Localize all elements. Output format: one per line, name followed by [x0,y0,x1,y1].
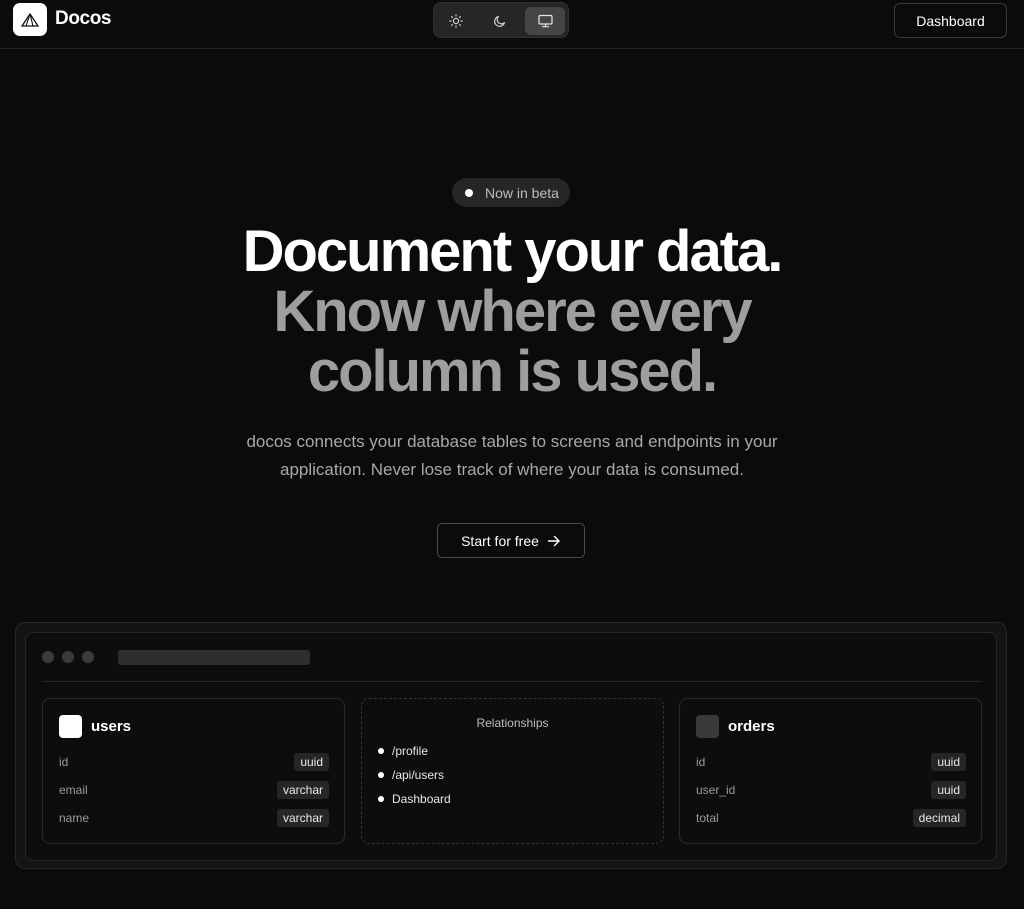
app-preview-window: users id uuid email varchar name varchar… [25,632,997,861]
column-type-badge: varchar [276,809,329,827]
orders-card-header: orders [696,715,775,738]
table-icon [59,715,82,738]
subtext-line-2: application. Never lose track of where y… [280,460,744,479]
relationship-label: Dashboard [392,792,451,806]
column-name: total [696,811,719,825]
headline-line-2: Know where every [273,279,752,344]
column-type-badge: varchar [276,781,329,799]
table-row: name varchar [59,808,329,828]
subtext-line-1: docos connects your database tables to s… [246,432,778,451]
table-row: id uuid [59,752,329,772]
column-name: email [59,783,88,797]
monitor-icon [537,14,553,28]
cta-label: Start for free [461,532,539,549]
top-nav: Docos Dashboard [0,0,1024,49]
bullet-icon [378,748,384,754]
theme-light-button[interactable] [436,7,476,35]
table-row: id uuid [696,752,966,772]
window-dot-icon [62,651,74,663]
relationships-title: Relationships [476,716,549,730]
table-row: user_id uuid [696,780,966,800]
app-preview-frame: users id uuid email varchar name varchar… [15,622,1007,869]
theme-system-button[interactable] [525,7,565,35]
triangle-logo-icon [20,12,40,27]
column-type-badge: decimal [912,809,966,827]
relationships-card: Relationships /profile /api/users Dashbo… [361,698,664,844]
column-name: user_id [696,783,736,797]
list-item: /profile [378,744,428,758]
column-name: id [59,755,69,769]
relationship-label: /profile [392,744,429,758]
start-for-free-button[interactable]: Start for free [437,523,585,558]
relationship-label: /api/users [392,768,445,782]
column-type-badge: uuid [931,781,966,799]
hero-subtext: docos connects your database tables to s… [200,428,824,484]
column-type-badge: uuid [294,753,329,771]
orders-card-title: orders [728,718,775,735]
arrow-right-icon [547,535,560,546]
beta-badge-label: Now in beta [485,184,559,201]
bullet-icon [378,772,384,778]
beta-badge: Now in beta [452,178,570,207]
window-dot-icon [42,651,54,663]
status-dot-icon [465,188,473,197]
moon-icon [494,15,506,27]
headline-line-1: Document your data. [242,219,784,284]
column-name: id [696,755,706,769]
column-name: name [59,811,90,825]
window-divider [42,681,982,682]
theme-dark-button[interactable] [480,7,520,35]
users-card-title: users [91,718,132,735]
sun-icon [449,14,463,28]
hero-headline: Document your data. Know where every col… [0,222,1024,402]
theme-switcher [433,2,569,38]
brand-name[interactable]: Docos [55,8,111,30]
dashboard-button[interactable]: Dashboard [894,3,1007,38]
window-dot-icon [82,651,94,663]
list-item: /api/users [378,768,444,782]
logo[interactable] [13,3,47,36]
table-row: email varchar [59,780,329,800]
orders-table-card: orders id uuid user_id uuid total decima… [679,698,982,844]
users-table-card: users id uuid email varchar name varchar [42,698,345,844]
headline-line-3: column is used. [307,339,718,404]
table-row: total decimal [696,808,966,828]
list-item: Dashboard [378,792,451,806]
address-bar-placeholder [118,650,310,665]
users-card-header: users [59,715,131,738]
bullet-icon [378,796,384,802]
table-icon [696,715,719,738]
column-type-badge: uuid [931,753,966,771]
